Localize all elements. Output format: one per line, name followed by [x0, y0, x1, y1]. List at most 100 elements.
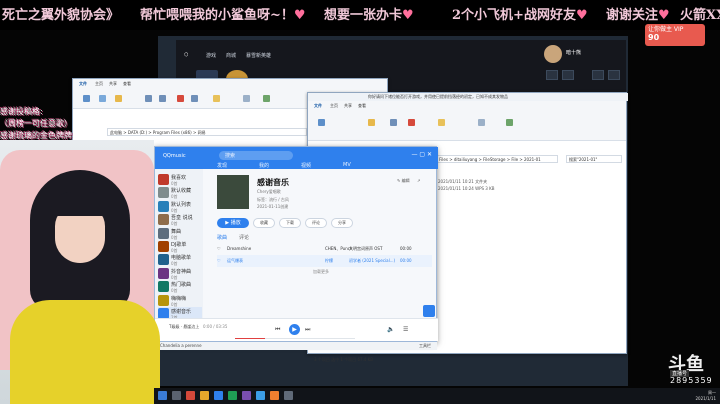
tab-video[interactable]: 视频 [301, 162, 311, 169]
app-icon[interactable] [242, 391, 251, 400]
address-bar[interactable]: 此电脑 > DATA (D:) > Program Files (x86) > … [107, 128, 307, 136]
file-row[interactable]: 2021/01/11 10:24 WPS 3 KB [438, 186, 495, 192]
new-folder-icon[interactable] [438, 119, 445, 126]
chat-icon[interactable] [423, 305, 435, 317]
app-icon[interactable] [284, 391, 293, 400]
open-icon[interactable] [506, 119, 513, 126]
thanks-line-2: （周榜一可任意歌） [0, 119, 72, 128]
launcher-tab-shop[interactable]: 商城 [226, 52, 236, 59]
douyu-logo: 斗鱼 直播号 2895359 [668, 354, 713, 385]
heart-icon: ♥ [293, 8, 306, 23]
load-more-link[interactable]: 加载更多 [313, 269, 329, 275]
address-bar-2[interactable]: Program Files > ditailiuyang > FileStora… [418, 155, 558, 163]
move-icon[interactable] [390, 119, 397, 126]
status-bar: 3 个项目 选中 1 个项目 67.4 KB [314, 357, 373, 362]
tab-share[interactable]: 共享 [344, 103, 352, 109]
delete-icon[interactable] [177, 95, 184, 102]
streamer-shirt [10, 300, 160, 404]
share-icon[interactable]: ↗ [417, 178, 420, 183]
play-all-button[interactable]: ▶ 播放 [217, 218, 249, 228]
sidebar-item-label: 抖音神曲 [171, 268, 192, 275]
rename-icon[interactable] [191, 95, 198, 102]
tab-home[interactable]: 主页 [330, 103, 338, 109]
start-icon[interactable] [158, 391, 167, 400]
pin-icon[interactable] [318, 119, 325, 126]
copy-to-icon[interactable] [159, 95, 166, 102]
properties-icon[interactable] [243, 95, 250, 102]
copy-icon[interactable] [99, 95, 106, 102]
taskbar: 周一 2021/1/11 [154, 388, 720, 404]
pin-icon[interactable] [83, 95, 90, 102]
tab-home[interactable]: 主页 [95, 81, 103, 87]
playlist-thumb [158, 187, 169, 199]
new-folder-icon[interactable] [213, 95, 220, 102]
tab-mv[interactable]: MV [343, 162, 351, 168]
tab-view[interactable]: 查看 [123, 81, 131, 87]
heart-icon: ♥ [402, 8, 414, 23]
playlist-thumb [158, 214, 169, 226]
banner-text-4: 2个小飞机+战网好友♥ [452, 8, 588, 23]
avatar[interactable] [544, 45, 562, 63]
thanks-line-1: 感谢投稿格: [0, 107, 43, 116]
tab-share[interactable]: 共享 [109, 81, 117, 87]
download-button[interactable]: 下载 [279, 218, 301, 228]
open-icon[interactable] [263, 95, 270, 102]
tab-mine[interactable]: 我的 [259, 162, 269, 169]
chat-icon[interactable] [562, 70, 574, 80]
heart-icon: ♥ [575, 8, 588, 23]
table-row-playing[interactable]: ♡ 运气爆表 柠檬 初学者 (2021 Special...) 00:00 [217, 255, 432, 267]
sidebar-item-label: 嗨嗨嗨 [171, 295, 187, 302]
douyu-icon[interactable] [270, 391, 279, 400]
launcher-tab-news[interactable]: 暴雪新英雄 [246, 52, 271, 59]
wechat-icon[interactable] [228, 391, 237, 400]
created-date: 2021-01-11创建 [257, 204, 289, 209]
play-button[interactable]: ▶ [289, 324, 300, 335]
table-row[interactable]: ♡ Dreamshine CHEN、Punch 大明宫词原声 OST 00:00 [217, 243, 432, 255]
playlist-thumb [158, 227, 169, 239]
sidebar-item-label: 默认列表 [171, 201, 192, 208]
launcher-logo: ⬡ [184, 52, 189, 58]
music-icon[interactable] [214, 391, 223, 400]
move-icon[interactable] [145, 95, 152, 102]
volume-icon[interactable]: 🔈 [387, 326, 394, 333]
share-button[interactable]: 分享 [331, 218, 353, 228]
app-icon[interactable] [186, 391, 195, 400]
delete-icon[interactable] [408, 119, 415, 126]
search-icon[interactable] [172, 391, 181, 400]
playlist-icon[interactable]: ☰ [403, 326, 408, 333]
search-input[interactable]: 搜索 [219, 151, 293, 160]
tab-songs[interactable]: 歌曲 [217, 234, 227, 241]
sidebar-item-label: 感谢音乐 [171, 309, 192, 315]
friend-icon[interactable] [546, 70, 558, 80]
next-icon[interactable]: ⏭ [305, 326, 310, 334]
paste-icon[interactable] [115, 95, 122, 102]
notification-icon[interactable] [608, 70, 620, 80]
tab-file[interactable]: 文件 [314, 103, 322, 109]
search-input[interactable]: 搜索"2021-01" [566, 155, 622, 163]
clock[interactable]: 周一 2021/1/11 [695, 390, 716, 402]
heart-icon[interactable]: ♡ [217, 258, 221, 263]
comment-button[interactable]: 评论 [305, 218, 327, 228]
heart-icon[interactable]: ♡ [217, 246, 221, 251]
tab-discover[interactable]: 发现 [217, 162, 227, 169]
status-bar: Chandelia a perenne 工具栏 [154, 342, 437, 350]
edit-button[interactable]: ✎ 编辑 [397, 178, 410, 184]
qq-icon[interactable] [256, 391, 265, 400]
now-playing[interactable]: T级级 · 悬崖边上 [169, 324, 199, 330]
launcher-tab-games[interactable]: 游戏 [206, 52, 216, 59]
settings-icon[interactable] [592, 70, 604, 80]
paste-icon[interactable] [368, 119, 375, 126]
progress-bar[interactable] [235, 338, 355, 339]
collect-button[interactable]: 收藏 [253, 218, 275, 228]
prev-icon[interactable]: ⏮ [275, 326, 280, 334]
folder-icon[interactable] [200, 391, 209, 400]
tab-file[interactable]: 文件 [79, 81, 87, 87]
file-row[interactable]: 2021/01/11 10:21 文件夹 [438, 179, 487, 185]
window-controls[interactable]: — ▢ ✕ [411, 151, 432, 158]
properties-icon[interactable] [478, 119, 485, 126]
playlist-thumb [158, 241, 169, 252]
creator-label[interactable]: Chery爱唱歌 [257, 189, 281, 195]
tab-comments[interactable]: 评论 [239, 234, 249, 241]
tab-view[interactable]: 查看 [358, 103, 366, 109]
music-player-window: QQmusic 搜索 发现 我的 视频 MV — ▢ ✕ 我喜欢 0首 默认收藏 0首… [154, 146, 438, 342]
